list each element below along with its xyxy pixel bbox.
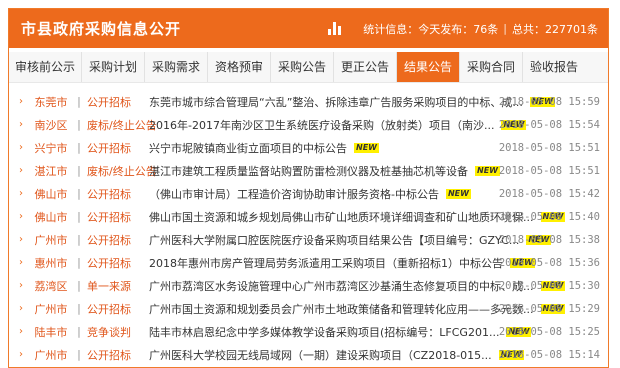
divider: | [77,325,81,338]
announcement-title-link[interactable]: 兴宁市坭陂镇商业街立面项目的中标公告 [149,140,347,156]
divider: | [77,233,81,246]
announcement-title-link[interactable]: （佛山市审计局）工程造价咨询协助审计服务资格-中标公告 [149,186,439,202]
panel-header: 市县政府采购信息公开 统计信息：今天发布：76条 | 总共：227701条 [9,9,608,48]
chevron-right-icon: › [19,142,23,153]
publish-date: 2018-05-08 15:25 [498,325,600,338]
list-item[interactable]: › 佛山市 | 公开招标 （佛山市审计局）工程造价咨询协助审计服务资格-中标公告 NEW 2… [9,182,608,205]
announcement-title-link[interactable]: 2016年-2017年南沙区卫生系统医疗设备采购（放射类）项目（南沙... [149,117,494,133]
announcement-title-link[interactable]: 广州市国土资源和规划委员会广州市土地政策储备和管理转化应用——多元数... [149,301,534,317]
chevron-right-icon: › [19,119,23,130]
procurement-panel: 市县政府采购信息公开 统计信息：今天发布：76条 | 总共：227701条 审核… [8,8,609,368]
list-item[interactable]: › 佛山市 | 公开招标 佛山市国土资源和城乡规划局佛山市矿山地质环境详细调查和矿山地质… [9,205,608,228]
divider: | [77,279,81,292]
procurement-type: 公开招标 [87,187,131,201]
announcement-title-link[interactable]: 广州医科大学附属口腔医院医疗设备采购项目结果公告【项目编号：GZYC... [149,232,519,248]
procurement-type: 公开招标 [87,256,131,270]
publish-date: 2018-05-08 15:30 [498,279,600,292]
publish-date: 2018-05-08 15:59 [498,95,600,108]
procurement-type: 公开招标 [87,233,131,247]
bar-chart-icon [328,22,342,35]
list-item[interactable]: › 湛江市 | 废标/终止公告 湛江市建筑工程质量监督站购置防雷检测仪器及桩基抽芯机等设… [9,159,608,182]
region-link[interactable]: 南沙区 [29,117,73,133]
publish-date: 2018-05-08 15:36 [498,256,600,269]
list-item[interactable]: › 南沙区 | 废标/终止公告 2016年-2017年南沙区卫生系统医疗设备采购（放射类… [9,113,608,136]
divider: | [77,141,81,154]
chevron-right-icon: › [19,280,23,291]
chevron-right-icon: › [19,234,23,245]
list-item[interactable]: › 陆丰市 | 竞争谈判 陆丰市林启恩纪念中学多媒体教学设备采购项目(招标编号：LFCG… [9,320,608,343]
chevron-right-icon: › [19,211,23,222]
tab-result-announcement[interactable]: 结果公告 [397,52,460,82]
region-link[interactable]: 佛山市 [29,186,73,202]
region-link[interactable]: 陆丰市 [29,324,73,340]
publish-date: 2018-05-08 15:54 [498,118,600,131]
tab-purchase-demand[interactable]: 采购需求 [145,52,208,82]
tab-pre-review[interactable]: 审核前公示 [9,52,82,82]
new-badge: NEW [445,188,471,199]
divider: | [77,164,81,177]
region-link[interactable]: 东莞市 [29,94,73,110]
list-item[interactable]: › 荔湾区 | 单一来源 广州市荔湾区水务设施管理中心广州市荔湾区沙基涌生态修复项目的中… [9,274,608,297]
divider: | [77,302,81,315]
region-link[interactable]: 广州市 [29,301,73,317]
procurement-type: 竞争谈判 [87,325,131,339]
procurement-type: 公开招标 [87,95,131,109]
tab-correction-announcement[interactable]: 更正公告 [334,52,397,82]
announcement-title-link[interactable]: 2018年惠州市房产管理局劳务派遣用工采购项目（重新招标1）中标公告 [149,255,503,271]
list-item[interactable]: › 广州市 | 公开招标 广州医科大学附属口腔医院医疗设备采购项目结果公告【项目编号：G… [9,228,608,251]
new-badge: NEW [354,142,379,153]
tab-prequalification[interactable]: 资格预审 [208,52,271,82]
tab-acceptance-report[interactable]: 验收报告 [523,52,585,82]
publish-date: 2018-05-08 15:38 [498,233,600,246]
announcement-title-link[interactable]: 佛山市国土资源和城乡规划局佛山市矿山地质环境详细调查和矿山地质环境保... [149,209,534,225]
tab-purchase-announcement[interactable]: 采购公告 [271,52,334,82]
panel-title: 市县政府采购信息公开 [21,20,182,38]
divider: | [77,256,81,269]
divider: | [77,187,81,200]
procurement-type: 公开招标 [87,210,131,224]
publish-date: 2018-05-08 15:51 [498,141,600,154]
procurement-type: 单一来源 [87,279,131,293]
announcement-title-link[interactable]: 陆丰市林启恩纪念中学多媒体教学设备采购项目(招标编号：LFCG201... [149,324,499,340]
new-badge: NEW [475,165,500,176]
divider: | [77,95,81,108]
list-item[interactable]: › 广州市 | 公开招标 广州市国土资源和规划委员会广州市土地政策储备和管理转化应用——… [9,297,608,320]
region-link[interactable]: 湛江市 [29,163,73,179]
chevron-right-icon: › [19,165,23,176]
divider: | [77,118,81,131]
tab-purchase-contract[interactable]: 采购合同 [460,52,523,82]
procurement-type: 公开招标 [87,141,131,155]
publish-date: 2018-05-08 15:51 [498,164,600,177]
procurement-type: 公开招标 [87,302,131,316]
list-item[interactable]: › 东莞市 | 公开招标 东莞市城市综合管理局“六乱”整治、拆除违章广告服务采购项目的中… [9,90,608,113]
chevron-right-icon: › [19,257,23,268]
publish-date: 2018-05-08 15:42 [498,187,600,200]
region-link[interactable]: 兴宁市 [29,140,73,156]
list-item[interactable]: › 兴宁市 | 公开招标 兴宁市坭陂镇商业街立面项目的中标公告 NEW 2018-05-08… [9,136,608,159]
stats-total: 总共：227701条 [512,22,598,36]
stats-separator: | [503,22,507,35]
region-link[interactable]: 佛山市 [29,209,73,225]
publish-date: 2018-05-08 15:29 [498,302,600,315]
publish-date: 2018-05-08 15:40 [498,210,600,223]
chevron-right-icon: › [19,188,23,199]
announcement-list: › 东莞市 | 公开招标 东莞市城市综合管理局“六乱”整治、拆除违章广告服务采购项目的中… [9,90,608,366]
list-item[interactable]: › 惠州市 | 公开招标 2018年惠州市房产管理局劳务派遣用工采购项目（重新招标1）中… [9,251,608,274]
region-link[interactable]: 惠州市 [29,255,73,271]
chevron-right-icon: › [19,326,23,337]
announcement-title-link[interactable]: 东莞市城市综合管理局“六乱”整治、拆除违章广告服务采购项目的中标、成... [149,94,523,110]
procurement-type: 废标/终止公告 [87,164,157,178]
divider: | [77,210,81,223]
category-tabs: 审核前公示 采购计划 采购需求 资格预审 采购公告 更正公告 结果公告 采购合同… [9,52,608,83]
announcement-title-link[interactable]: 广州市荔湾区水务设施管理中心广州市荔湾区沙基涌生态修复项目的中标、成... [149,278,534,294]
chevron-right-icon: › [19,96,23,107]
stats-today: 统计信息：今天发布：76条 [363,22,499,36]
tab-purchase-plan[interactable]: 采购计划 [82,52,145,82]
announcement-title-link[interactable]: 湛江市建筑工程质量监督站购置防雷检测仪器及桩基抽芯机等设备 [149,163,468,179]
procurement-type: 废标/终止公告 [87,118,157,132]
region-link[interactable]: 广州市 [29,232,73,248]
chevron-right-icon: › [19,303,23,314]
region-link[interactable]: 荔湾区 [29,278,73,294]
